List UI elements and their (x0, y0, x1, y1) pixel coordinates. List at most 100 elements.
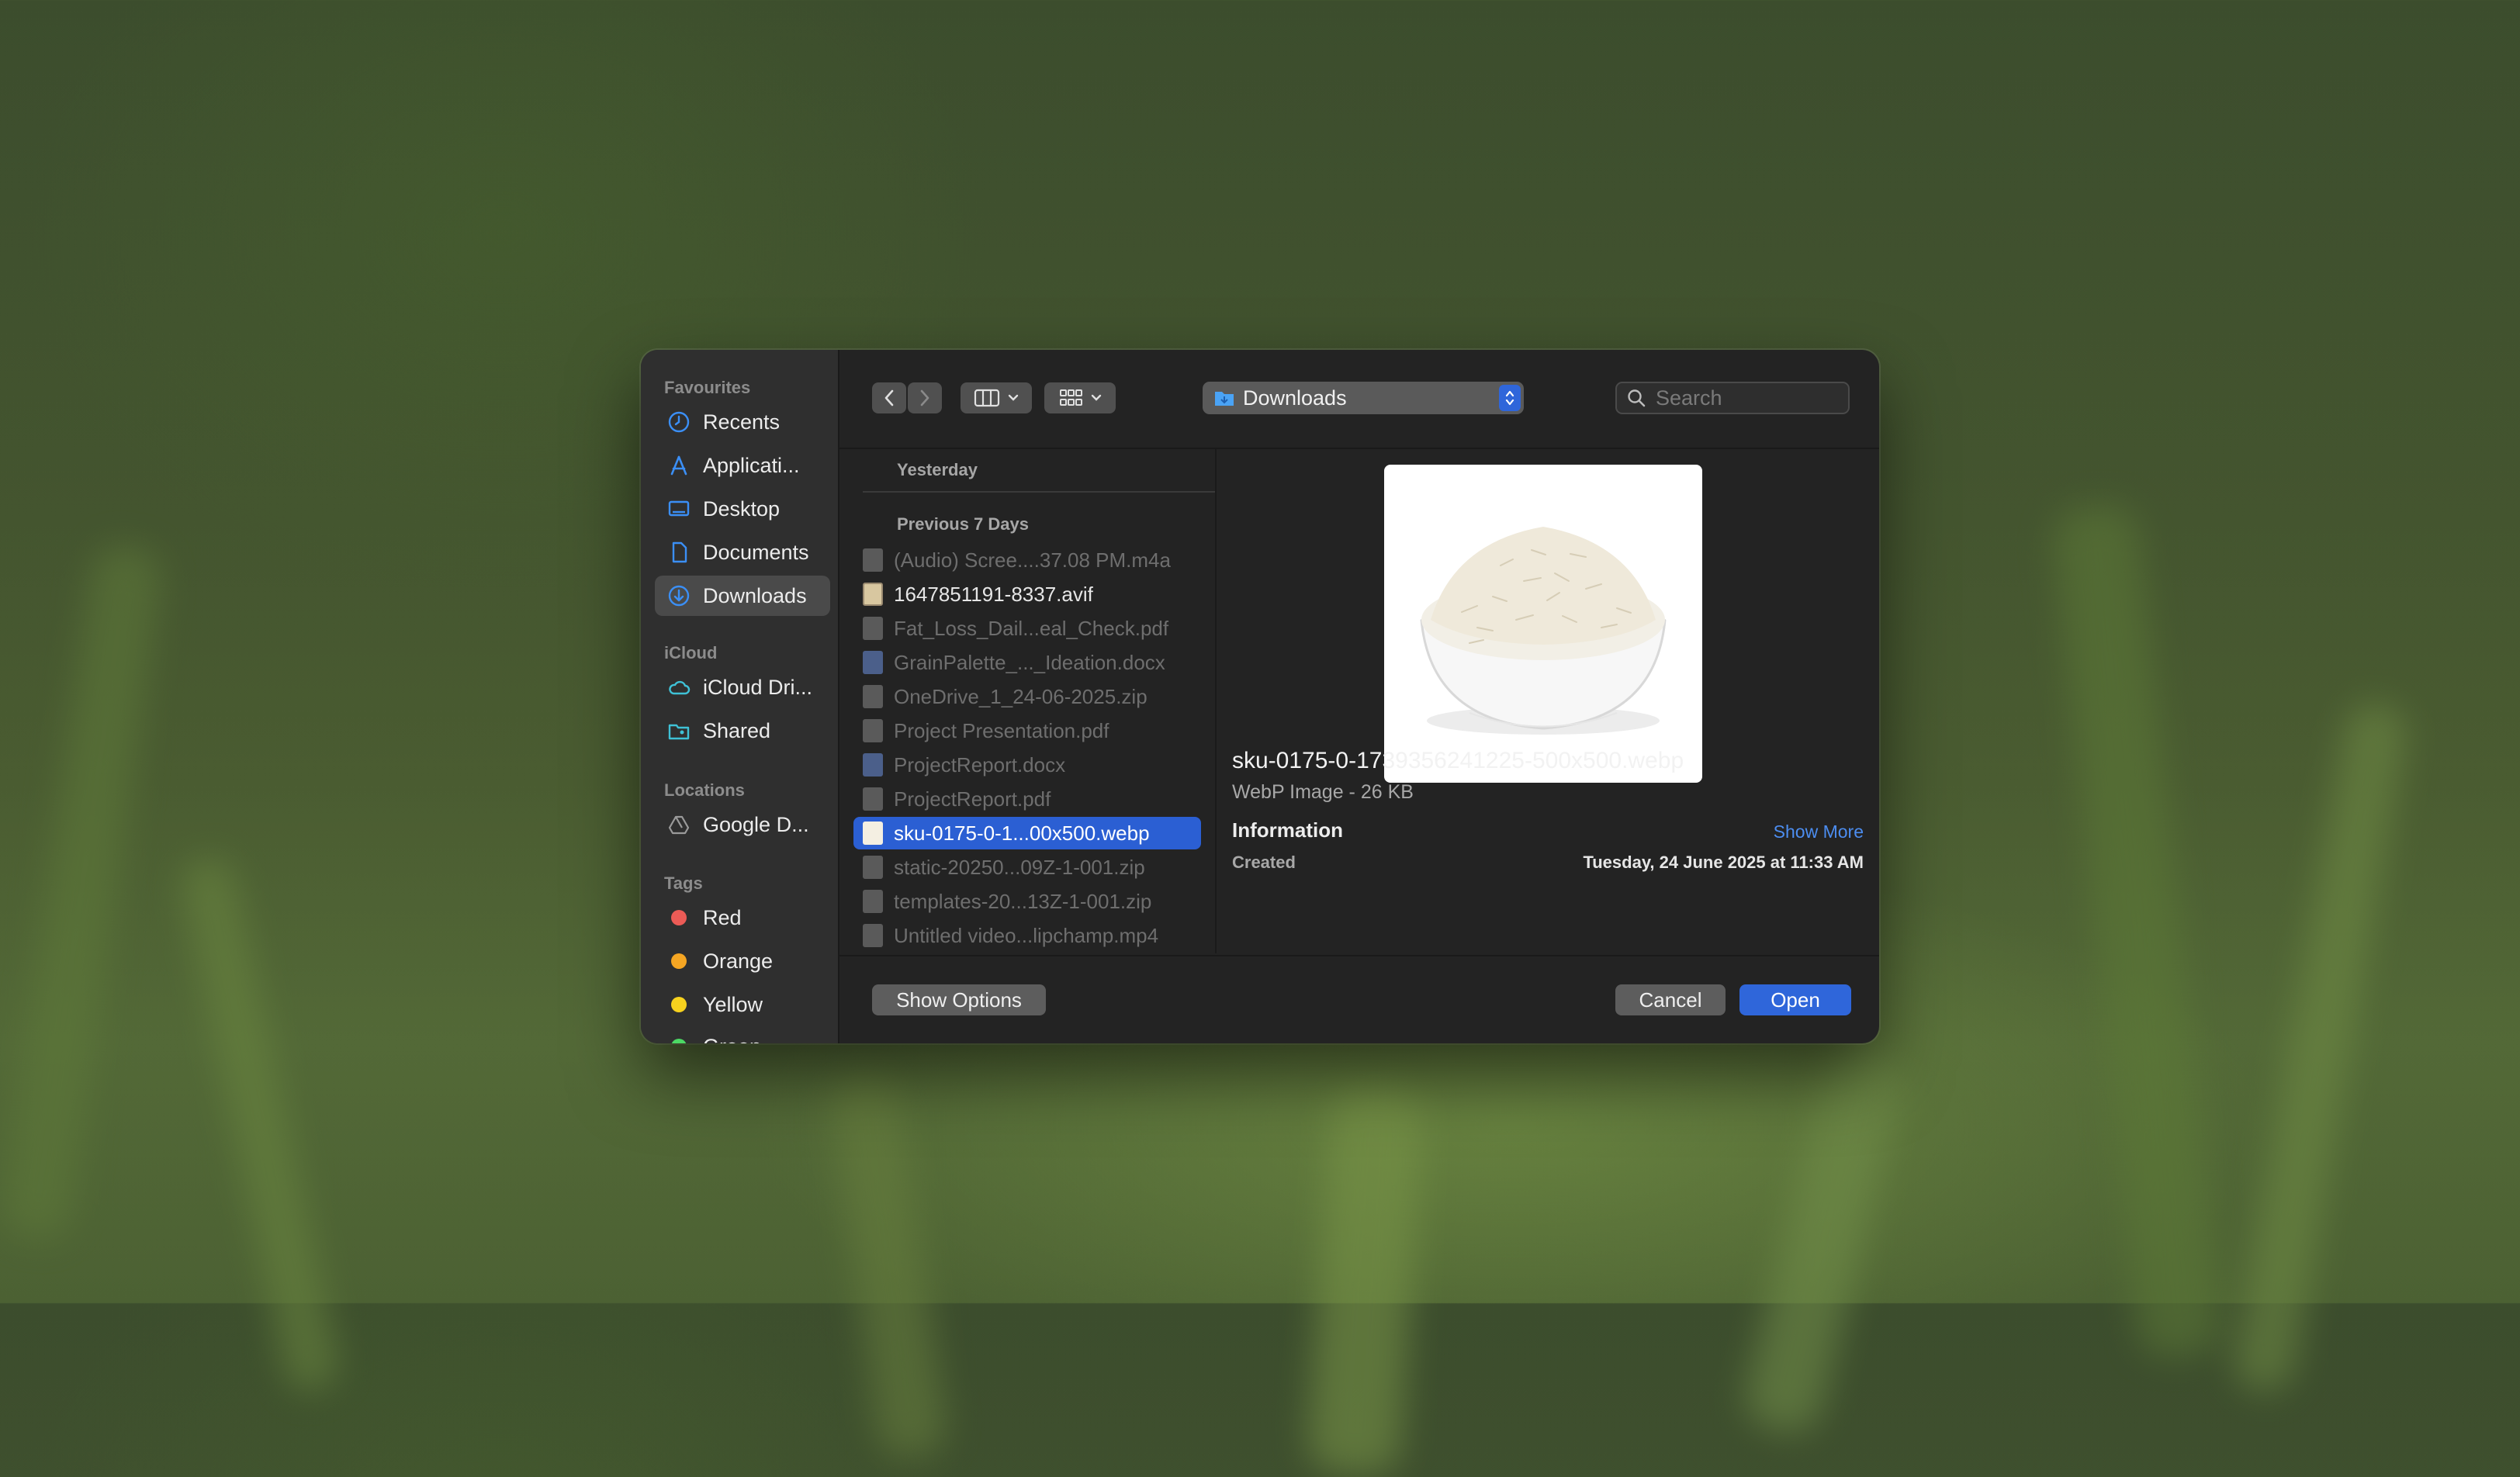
sidebar-section-favourites: Favourites (664, 378, 751, 397)
preview-kind: WebP Image - 26 KB (1232, 781, 1414, 803)
list-item[interactable]: GrainPalette_..._Ideation.docx (853, 646, 1201, 679)
folder-icon (1213, 389, 1235, 407)
sidebar-item-label: Google D... (703, 812, 809, 836)
sidebar-tag-yellow[interactable]: Yellow (655, 984, 830, 1025)
applications-icon (666, 452, 692, 479)
file-name: Project Presentation.pdf (894, 718, 1109, 742)
pdf-file-icon (863, 787, 883, 811)
sidebar-item-icloud-drive[interactable]: iCloud Dri... (655, 667, 830, 707)
search-icon (1626, 388, 1646, 408)
location-popup-button[interactable]: Downloads (1203, 382, 1524, 414)
group-header-yesterday: Yesterday (897, 460, 978, 479)
back-button[interactable] (872, 382, 906, 413)
zip-file-icon (863, 685, 883, 708)
file-name: ProjectReport.pdf (894, 787, 1051, 811)
shared-folder-icon (666, 718, 692, 744)
sidebar-item-label: Shared (703, 718, 771, 742)
sidebar-item-desktop[interactable]: Desktop (655, 489, 830, 529)
list-item[interactable]: ProjectReport.pdf (853, 783, 1201, 815)
image-file-icon (863, 822, 883, 845)
tag-dot-icon (666, 1033, 692, 1043)
sidebar-item-downloads[interactable]: Downloads (655, 576, 830, 616)
sidebar-item-label: Yellow (703, 992, 763, 1016)
zip-file-icon (863, 890, 883, 913)
download-icon (666, 583, 692, 609)
audio-file-icon (863, 548, 883, 572)
cloud-icon (666, 674, 692, 700)
sidebar-item-shared[interactable]: Shared (655, 711, 830, 751)
list-item[interactable]: templates-20...13Z-1-001.zip (853, 885, 1201, 918)
search-input[interactable] (1654, 385, 1843, 411)
list-item[interactable]: Untitled video...lipchamp.mp4 (853, 919, 1201, 952)
file-name: static-20250...09Z-1-001.zip (894, 855, 1145, 879)
sidebar-item-label: Applicati... (703, 453, 800, 477)
columns-view-icon (974, 388, 1002, 408)
sidebar-item-documents[interactable]: Documents (655, 532, 830, 572)
preview-filename: sku-0175-0-1739356241225-500x500.webp (1232, 748, 1684, 773)
tag-dot-icon (666, 905, 692, 931)
forward-button[interactable] (908, 382, 942, 413)
file-name: ProjectReport.docx (894, 752, 1066, 777)
list-item[interactable]: ProjectReport.docx (853, 749, 1201, 781)
list-item[interactable]: Fat_Loss_Dail...eal_Check.pdf (853, 612, 1201, 645)
cancel-button[interactable]: Cancel (1615, 984, 1726, 1015)
chevron-right-icon (918, 389, 932, 407)
file-name: templates-20...13Z-1-001.zip (894, 889, 1152, 913)
sidebar-item-google-drive[interactable]: Google D... (655, 804, 830, 845)
chevron-left-icon (882, 389, 896, 407)
zip-file-icon (863, 856, 883, 879)
pdf-file-icon (863, 719, 883, 742)
list-item-selected[interactable]: sku-0175-0-1...00x500.webp (853, 817, 1201, 849)
open-button[interactable]: Open (1739, 984, 1851, 1015)
google-drive-icon (666, 811, 692, 838)
sidebar-tag-red[interactable]: Red (655, 898, 830, 938)
group-header-previous-7-days: Previous 7 Days (897, 514, 1029, 534)
list-item[interactable]: (Audio) Scree....37.08 PM.m4a (853, 544, 1201, 576)
document-icon (666, 539, 692, 566)
sidebar-section-locations: Locations (664, 780, 745, 800)
preview-info-heading: Information (1232, 818, 1343, 842)
chevron-down-icon (1008, 394, 1019, 402)
view-mode-columns-button[interactable] (961, 382, 1032, 413)
sidebar-item-label: Green (703, 1035, 761, 1044)
created-label: Created (1232, 853, 1296, 872)
show-more-link[interactable]: Show More (1774, 822, 1864, 842)
sidebar-item-label: Orange (703, 949, 774, 973)
pdf-file-icon (863, 617, 883, 640)
chevron-down-icon (1091, 394, 1102, 402)
image-file-icon (863, 583, 883, 606)
open-file-dialog: Favourites Recents Applicati... Desktop … (641, 350, 1879, 1043)
list-item[interactable]: static-20250...09Z-1-001.zip (853, 851, 1201, 884)
file-name: GrainPalette_..._Ideation.docx (894, 650, 1165, 674)
list-item[interactable]: OneDrive_1_24-06-2025.zip (853, 680, 1201, 713)
sidebar-item-label: Documents (703, 540, 809, 564)
file-name: sku-0175-0-1...00x500.webp (894, 821, 1150, 845)
list-item[interactable]: 1647851191-8337.avif (853, 578, 1201, 611)
preview-thumbnail (1384, 465, 1702, 783)
desktop-icon (666, 496, 692, 522)
sidebar-tag-green[interactable]: Green (655, 1026, 830, 1043)
show-options-button[interactable]: Show Options (872, 984, 1046, 1015)
sidebar-item-label: Downloads (703, 583, 807, 607)
sidebar-item-recents[interactable]: Recents (655, 402, 830, 442)
divider (863, 491, 1215, 493)
sidebar-section-icloud: iCloud (664, 643, 718, 662)
file-name: Untitled video...lipchamp.mp4 (894, 923, 1159, 947)
clock-icon (666, 409, 692, 435)
toolbar: Downloads (839, 350, 1879, 449)
word-file-icon (863, 753, 883, 777)
file-name: OneDrive_1_24-06-2025.zip (894, 684, 1148, 708)
sidebar-item-label: Desktop (703, 496, 781, 521)
sidebar-tag-orange[interactable]: Orange (655, 941, 830, 981)
file-name: Fat_Loss_Dail...eal_Check.pdf (894, 616, 1169, 640)
preview-pane: sku-0175-0-1739356241225-500x500.webp We… (1217, 449, 1879, 953)
sidebar-item-label: Red (703, 905, 742, 929)
sidebar-section-tags: Tags (664, 873, 703, 893)
bottom-bar: Show Options Cancel Open (839, 955, 1879, 1043)
search-field[interactable] (1615, 382, 1850, 414)
list-item[interactable]: Project Presentation.pdf (853, 714, 1201, 747)
tag-dot-icon (666, 991, 692, 1018)
group-by-button[interactable] (1044, 382, 1116, 413)
file-name: (Audio) Scree....37.08 PM.m4a (894, 548, 1171, 572)
sidebar-item-applications[interactable]: Applicati... (655, 445, 830, 486)
